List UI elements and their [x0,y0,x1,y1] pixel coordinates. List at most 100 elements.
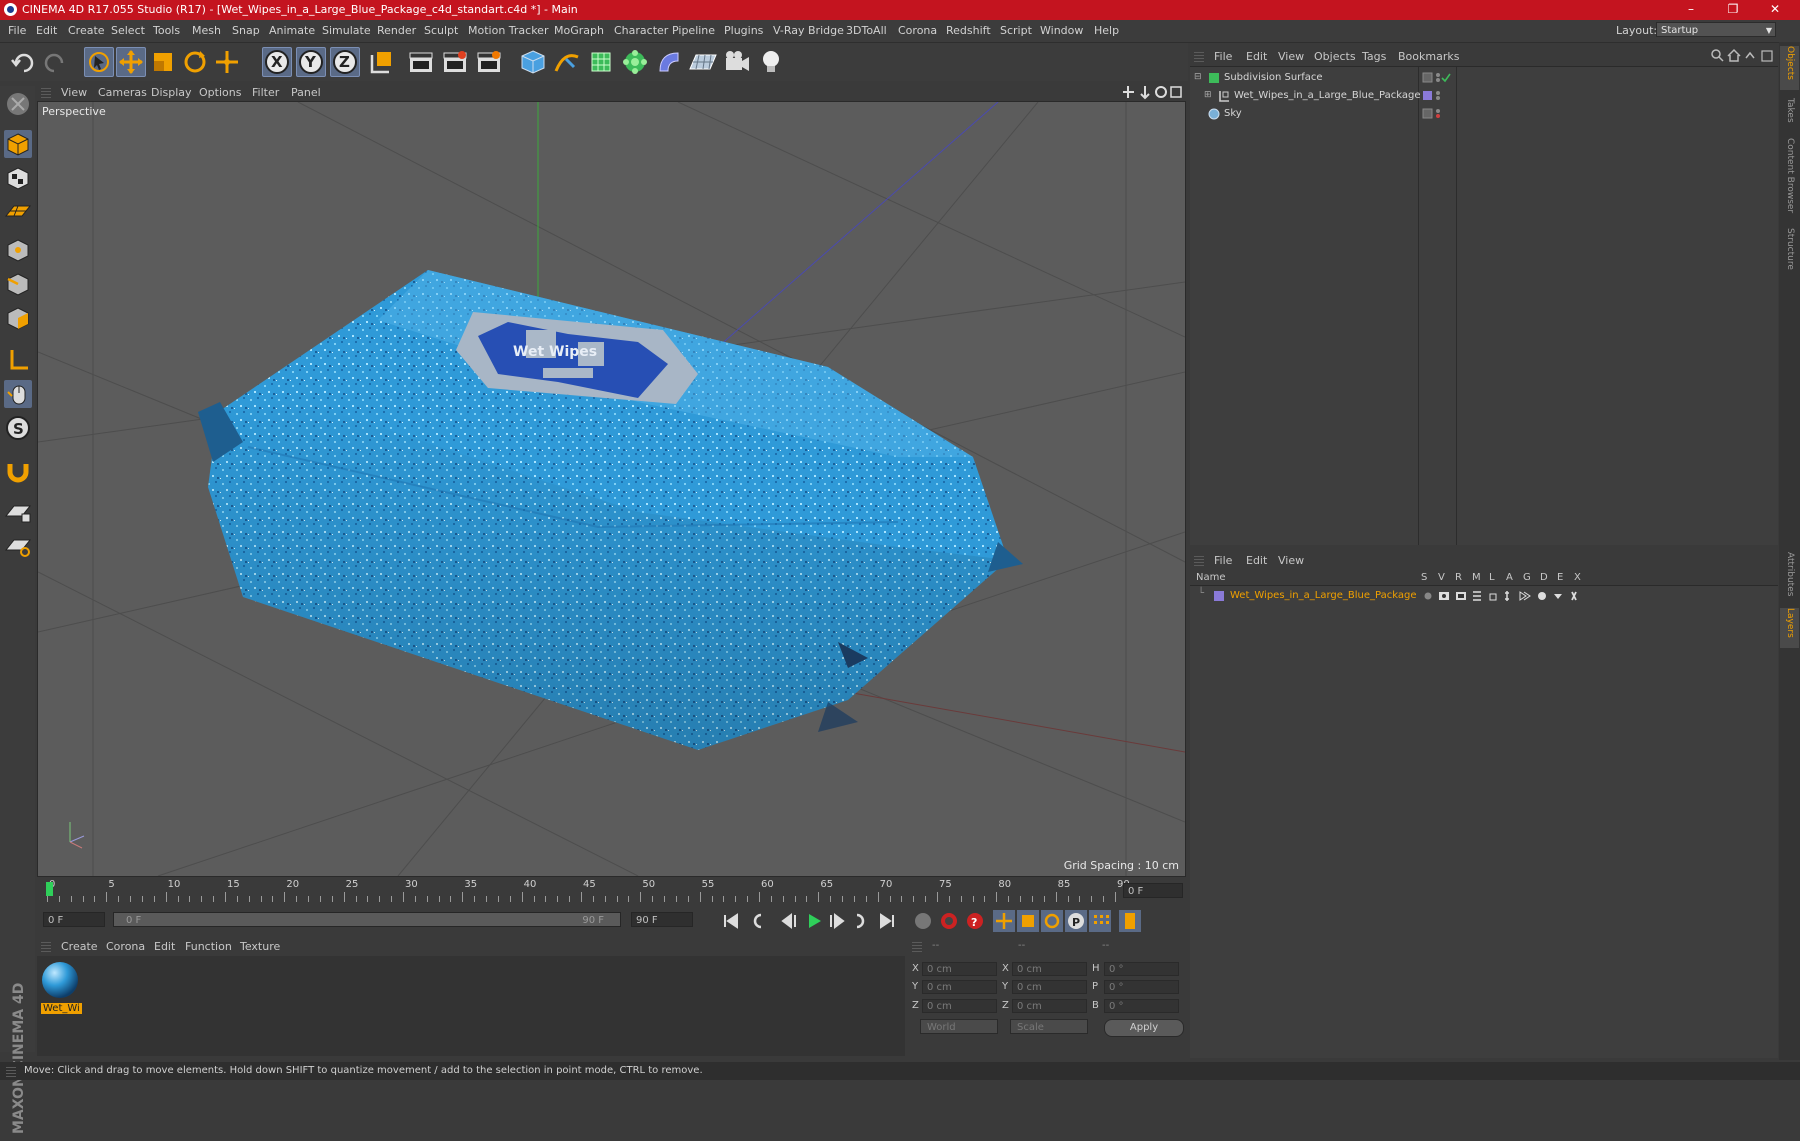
object-flags[interactable] [1422,72,1452,84]
coordinate-system-button[interactable] [366,47,396,77]
object-flags[interactable] [1422,108,1452,120]
axis-mode-button[interactable] [4,346,32,374]
object-name[interactable]: Sky [1224,108,1242,119]
frame-range-slider[interactable]: 0 F 90 F [113,912,621,927]
polygons-mode-button[interactable] [4,304,32,332]
undo-button[interactable] [8,47,38,77]
object-flags[interactable] [1422,90,1452,102]
magnet-button[interactable] [4,456,32,484]
tab-content-browser[interactable]: Content Browser [1780,138,1799,222]
viewport-nav-icons[interactable] [1123,84,1187,100]
cloner-button[interactable] [620,47,650,77]
panel-grip-icon[interactable] [912,940,922,952]
deformer-button[interactable] [654,47,684,77]
menu-plugins[interactable]: Plugins [724,24,763,37]
material-menu-corona[interactable]: Corona [106,940,145,953]
tab-objects[interactable]: Objects [1780,46,1799,90]
pen-spline-button[interactable] [552,47,582,77]
material-menu-texture[interactable]: Texture [240,940,280,953]
layer-row[interactable]: └ Wet_Wipes_in_a_Large_Blue_Package [1190,587,1778,605]
layers-menu-file[interactable]: File [1214,554,1232,567]
material-menu-edit[interactable]: Edit [154,940,175,953]
end-frame-field[interactable]: 90 F [631,912,693,927]
objects-menu-view[interactable]: View [1278,50,1304,63]
menu-snap[interactable]: Snap [232,24,260,37]
size-x-field[interactable]: 0 cm [1012,962,1087,976]
menu-edit[interactable]: Edit [36,24,57,37]
menu-mograph[interactable]: MoGraph [554,24,604,37]
panel-grip-icon[interactable] [41,86,51,98]
viewport-menu-cameras[interactable]: Cameras [98,86,147,99]
menu-redshift[interactable]: Redshift [946,24,991,37]
viewport-menu-view[interactable]: View [61,86,87,99]
layer-flags[interactable] [1422,589,1582,603]
object-manager-tools[interactable] [1710,48,1776,64]
menu-vray-bridge[interactable]: V-Ray Bridge [773,24,844,37]
x-axis-button[interactable]: X [262,47,292,77]
y-axis-button[interactable]: Y [296,47,326,77]
layout-select[interactable]: Startup ▼ [1656,22,1776,37]
layer-color-swatch[interactable] [1214,591,1224,601]
size-mode-select[interactable]: Scale [1010,1019,1088,1034]
layer-name[interactable]: Wet_Wipes_in_a_Large_Blue_Package [1230,590,1417,601]
scale-tool-button[interactable] [148,47,178,77]
minimize-button[interactable]: – [1670,0,1712,20]
expand-icon[interactable]: ⊞ [1204,90,1212,100]
render-view-button[interactable] [406,47,436,77]
lock-grid-button[interactable] [4,498,32,526]
tweak-mode-button[interactable] [4,380,32,408]
transport-controls[interactable]: ? P [717,908,1187,934]
rotation-p-field[interactable]: 0 ° [1104,980,1179,994]
menu-sculpt[interactable]: Sculpt [424,24,458,37]
viewport-menu-options[interactable]: Options [199,86,241,99]
floor-button[interactable] [688,47,718,77]
maximize-button[interactable]: ❐ [1712,0,1754,20]
playhead[interactable] [46,882,53,896]
menu-mesh[interactable]: Mesh [192,24,221,37]
object-row[interactable]: ⊞ Wet_Wipes_in_a_Large_Blue_Package [1190,87,1778,105]
tab-attributes[interactable]: Attributes [1780,552,1799,604]
position-y-field[interactable]: 0 cm [922,980,997,994]
rotation-b-field[interactable]: 0 ° [1104,999,1179,1013]
points-mode-button[interactable] [4,236,32,264]
timeline-ruler[interactable]: 051015202530354045505560657075808590 0 F [37,878,1187,906]
object-name[interactable]: Wet_Wipes_in_a_Large_Blue_Package [1234,90,1421,101]
objects-menu-edit[interactable]: Edit [1246,50,1267,63]
current-frame-field[interactable]: 0 F [1123,883,1183,898]
tab-takes[interactable]: Takes [1780,98,1799,132]
position-x-field[interactable]: 0 cm [922,962,997,976]
edges-mode-button[interactable] [4,270,32,298]
wet-wipes-package[interactable]: Wet Wipes [198,270,1023,750]
rotation-h-field[interactable]: 0 ° [1104,962,1179,976]
menu-window[interactable]: Window [1040,24,1083,37]
layers-menu-edit[interactable]: Edit [1246,554,1267,567]
snap-button[interactable]: S [4,414,32,442]
tab-layers[interactable]: Layers [1780,608,1799,648]
live-selection-button[interactable] [84,47,114,77]
transform-tool-button[interactable] [212,47,242,77]
object-row[interactable]: Sky [1190,105,1778,123]
apply-button[interactable]: Apply [1104,1019,1184,1037]
menu-render[interactable]: Render [377,24,416,37]
menu-file[interactable]: File [8,24,26,37]
texture-mode-button[interactable] [4,164,32,192]
viewport-menu-panel[interactable]: Panel [291,86,321,99]
material-item[interactable]: Wet_Wi [39,959,82,1015]
menu-select[interactable]: Select [111,24,145,37]
panel-grip-icon[interactable] [1194,50,1204,62]
panel-grip-icon[interactable] [41,940,51,952]
position-z-field[interactable]: 0 cm [922,999,997,1013]
objects-menu-objects[interactable]: Objects [1314,50,1356,63]
objects-menu-file[interactable]: File [1214,50,1232,63]
viewport-menu-display[interactable]: Display [151,86,192,99]
cube-object-button[interactable] [518,47,548,77]
object-name[interactable]: Subdivision Surface [1224,72,1323,83]
render-settings-button[interactable] [474,47,504,77]
menu-corona[interactable]: Corona [898,24,937,37]
menu-animate[interactable]: Animate [269,24,315,37]
redo-button[interactable] [40,47,70,77]
material-menu-function[interactable]: Function [185,940,232,953]
tab-structure[interactable]: Structure [1780,228,1799,280]
start-frame-field[interactable]: 0 F [43,912,105,927]
size-z-field[interactable]: 0 cm [1012,999,1087,1013]
